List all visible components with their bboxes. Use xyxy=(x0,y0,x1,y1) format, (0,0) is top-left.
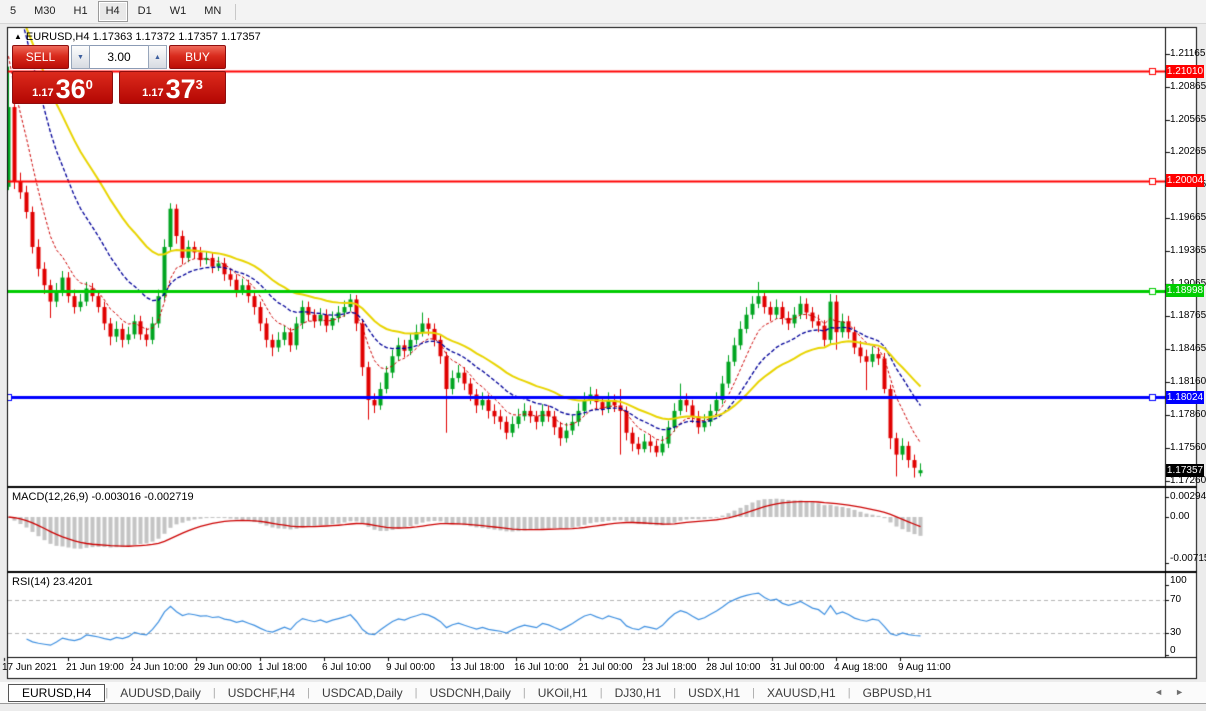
time-tick-label: 1 Jul 18:00 xyxy=(258,662,307,673)
chart-tab-ukoil[interactable]: UKOil,H1 xyxy=(526,684,600,702)
symbol-period-label: EURUSD,H4 xyxy=(25,31,90,43)
price-tick-label: 1.20565 xyxy=(1170,113,1206,125)
time-tick-label: 23 Jul 18:00 xyxy=(642,662,697,673)
buy-button[interactable]: BUY xyxy=(169,45,226,69)
sell-button[interactable]: SELL xyxy=(12,45,69,69)
volume-decrease-button[interactable]: ▼ xyxy=(70,45,90,69)
sell-price-digits: 36 xyxy=(55,74,86,104)
chart-tab-usdcnh[interactable]: USDCNH,Daily xyxy=(418,684,523,702)
time-tick-label: 4 Aug 18:00 xyxy=(834,662,888,673)
chart-tab-gbpusd[interactable]: GBPUSD,H1 xyxy=(851,684,944,702)
rsi-axis-label: 30 xyxy=(1170,627,1182,638)
ohlc-values: 1.17363 1.17372 1.17357 1.17357 xyxy=(92,31,261,43)
tab-scroll-right-icon[interactable]: ► xyxy=(1175,687,1196,697)
price-level-badge: 1.18024 xyxy=(1166,390,1204,404)
macd-values: -0.003016 -0.002719 xyxy=(91,491,194,503)
chart-tab-eurusd[interactable]: EURUSD,H4 xyxy=(8,683,106,702)
price-tick-label: 1.18160 xyxy=(1170,376,1206,388)
macd-name: MACD(12,26,9) xyxy=(12,491,89,503)
price-tick-label: 1.21165 xyxy=(1170,48,1206,60)
volume-increase-button[interactable]: ▲ xyxy=(148,45,168,69)
rsi-axis-label: 100 xyxy=(1170,575,1187,586)
time-tick-label: 9 Aug 11:00 xyxy=(898,662,951,673)
price-tick-label: 1.20865 xyxy=(1170,80,1206,92)
mt4-application: 5M30H1H4D1W1MN ▲EURUSD,H4 1.17363 1.1737… xyxy=(0,0,1206,711)
time-tick-label: 21 Jul 00:00 xyxy=(578,662,633,673)
buy-price-display[interactable]: 1.17 37 3 xyxy=(119,71,226,104)
rsi-axis-label: 70 xyxy=(1170,594,1182,605)
time-tick-label: 17 Jun 2021 xyxy=(2,662,58,673)
macd-axis-label: 0.002947 xyxy=(1170,491,1206,503)
price-tick-label: 1.19365 xyxy=(1170,244,1206,256)
time-tick-label: 31 Jul 00:00 xyxy=(770,662,825,673)
price-chart-canvas[interactable] xyxy=(0,0,1206,711)
macd-axis-label: 0.00 xyxy=(1170,511,1190,522)
buy-price-prefix: 1.17 xyxy=(142,87,164,99)
time-tick-label: 13 Jul 18:00 xyxy=(450,662,505,673)
time-tick-label: 16 Jul 10:00 xyxy=(514,662,569,673)
price-tick-label: 1.20265 xyxy=(1170,146,1206,158)
price-level-badge: 1.17357 xyxy=(1166,463,1204,477)
rsi-value: 23.4201 xyxy=(52,576,93,588)
chart-tab-usdcad[interactable]: USDCAD,Daily xyxy=(310,684,415,702)
sell-price-display[interactable]: 1.17 36 0 xyxy=(12,71,114,104)
time-tick-label: 9 Jul 00:00 xyxy=(386,662,435,673)
time-tick-label: 21 Jun 19:00 xyxy=(66,662,124,673)
macd-indicator-label: MACD(12,26,9) -0.003016 -0.002719 xyxy=(12,491,194,503)
price-tick-label: 1.17860 xyxy=(1170,409,1206,421)
chevron-up-icon: ▲ xyxy=(154,53,161,61)
macd-axis-label: -0.00715 xyxy=(1170,553,1206,564)
chart-tab-usdx[interactable]: USDX,H1 xyxy=(676,684,752,702)
chart-tab-audusd[interactable]: AUDUSD,Daily xyxy=(108,684,213,702)
price-tick-label: 1.17560 xyxy=(1170,442,1206,454)
status-bar xyxy=(0,704,1206,711)
price-tick-label: 1.18465 xyxy=(1170,343,1206,355)
chart-symbol-header: ▲ EURUSD,H4 1.17363 1.17372 1.17357 1.173… xyxy=(14,31,261,43)
sell-price-prefix: 1.17 xyxy=(32,87,54,99)
chart-tab-bar: EURUSD,H4 | AUDUSD,Daily | USDCHF,H4 | USDCAD,… xyxy=(0,682,1206,704)
chart-tab-dj30[interactable]: DJ30,H1 xyxy=(603,684,674,702)
time-tick-label: 28 Jul 10:00 xyxy=(706,662,761,673)
one-click-trading-panel: SELL ▼ ▲ BUY 1.17 36 0 1.17 37 3 xyxy=(12,45,226,104)
volume-input[interactable] xyxy=(90,45,148,69)
chart-tab-xauusd[interactable]: XAUUSD,H1 xyxy=(755,684,848,702)
time-tick-label: 6 Jul 10:00 xyxy=(322,662,371,673)
collapse-triangle-icon[interactable]: ▲ xyxy=(14,32,22,41)
chart-tab-usdchf[interactable]: USDCHF,H4 xyxy=(216,684,307,702)
time-tick-label: 24 Jun 10:00 xyxy=(130,662,188,673)
time-tick-label: 29 Jun 00:00 xyxy=(194,662,252,673)
rsi-name: RSI(14) xyxy=(12,576,50,588)
sell-price-pipette: 0 xyxy=(85,77,93,92)
chevron-down-icon: ▼ xyxy=(77,53,84,61)
price-level-badge: 1.21010 xyxy=(1166,64,1204,78)
price-level-badge: 1.18998 xyxy=(1166,284,1204,298)
buy-price-digits: 37 xyxy=(165,74,196,104)
rsi-axis-label: 0 xyxy=(1170,645,1176,656)
price-tick-label: 1.18765 xyxy=(1170,310,1206,322)
buy-price-pipette: 3 xyxy=(195,77,203,92)
price-level-badge: 1.20004 xyxy=(1166,174,1204,188)
price-tick-label: 1.19665 xyxy=(1170,211,1206,223)
tabs: EURUSD,H4 | AUDUSD,Daily | USDCHF,H4 | USDCAD,… xyxy=(0,683,944,702)
rsi-indicator-label: RSI(14) 23.4201 xyxy=(12,576,93,588)
tab-scroll-left-icon[interactable]: ◄ xyxy=(1154,687,1175,697)
